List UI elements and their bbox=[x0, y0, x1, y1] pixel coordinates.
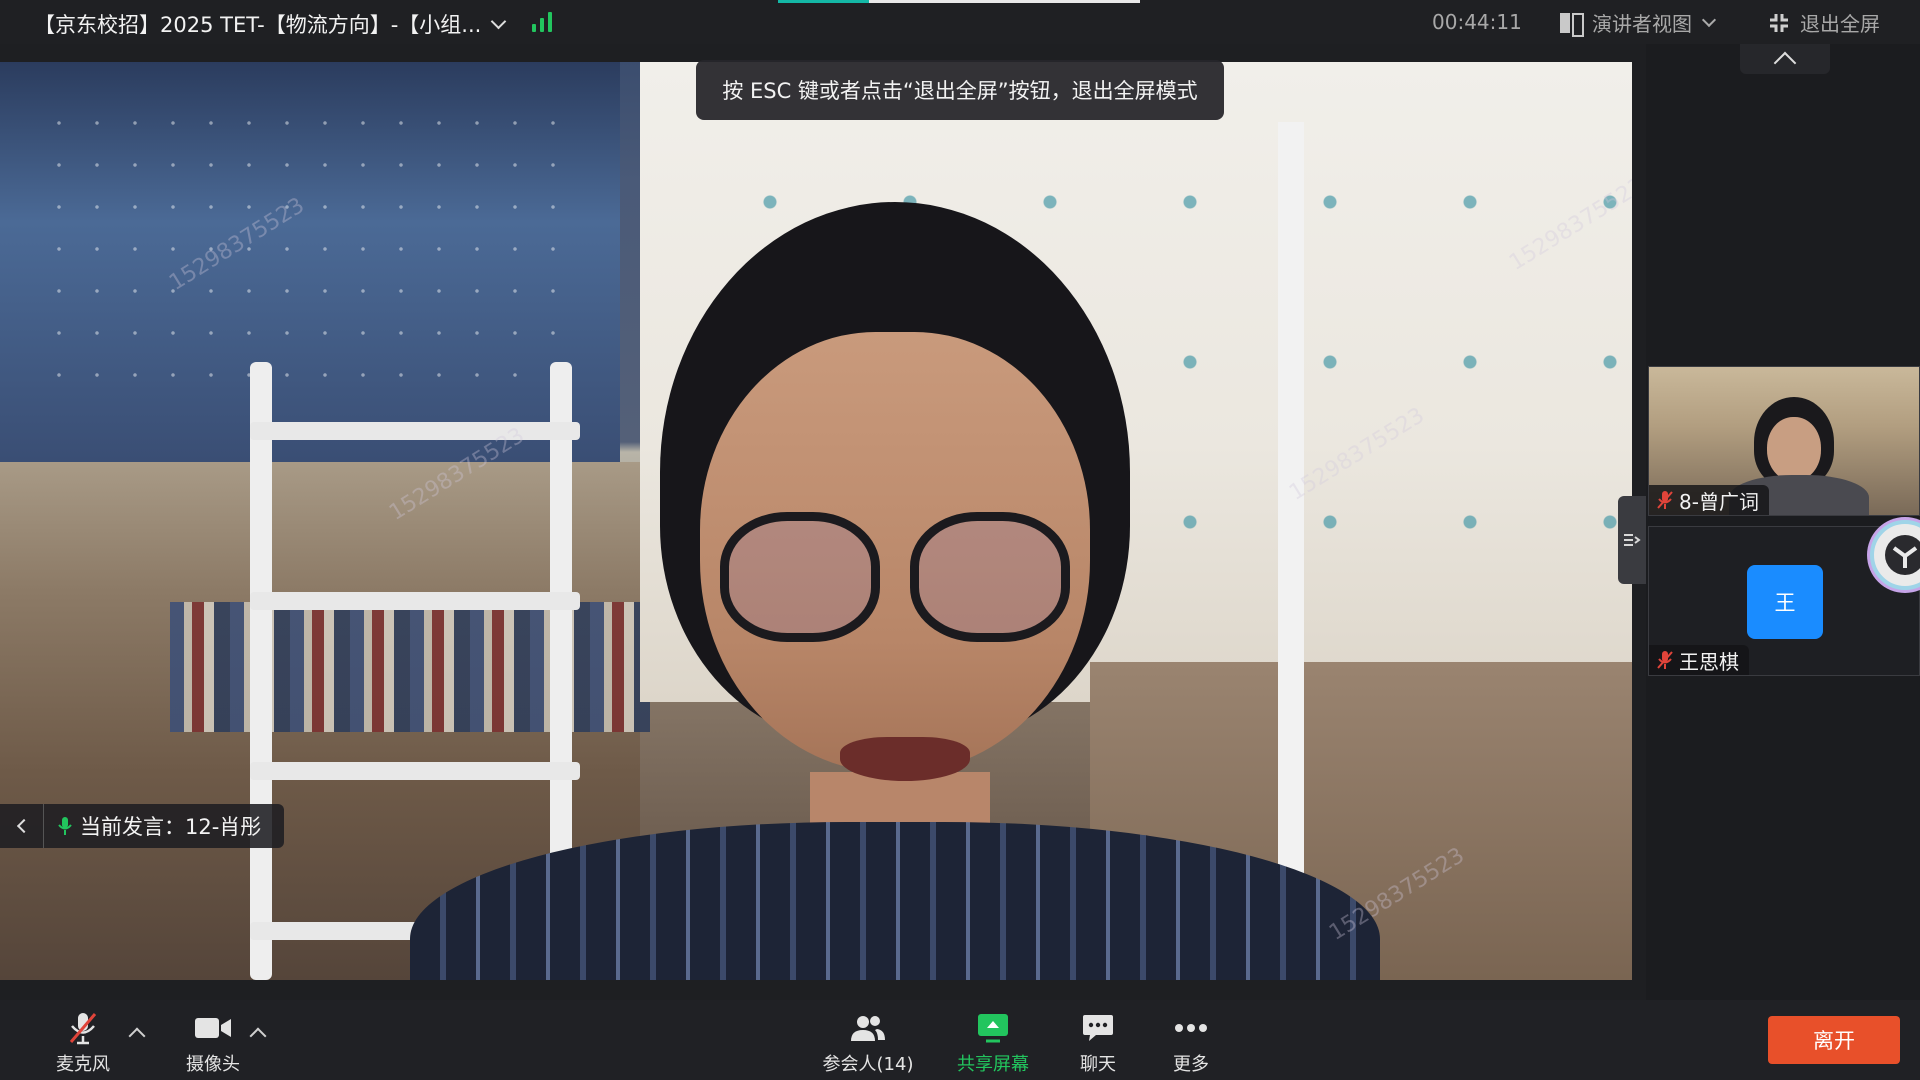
layout-icon bbox=[1560, 12, 1584, 37]
microphone-options-caret[interactable] bbox=[128, 1027, 146, 1045]
speaker-person bbox=[390, 182, 1380, 980]
exit-fullscreen-label: 退出全屏 bbox=[1800, 12, 1880, 36]
meeting-title: 【京东校招】2025 TET-【物流方向】-【小组... bbox=[34, 13, 482, 37]
participant-name: 8-曾广词 bbox=[1679, 489, 1759, 514]
participant-tile[interactable]: 8-曾广词 bbox=[1648, 366, 1920, 516]
current-speaker-indicator: 当前发言：12-肖彤 bbox=[0, 804, 284, 848]
panel-scroll-up-button[interactable] bbox=[1740, 44, 1830, 75]
participants-label: 参会人(14) bbox=[822, 1054, 914, 1075]
esc-fullscreen-tip: 按 ESC 键或者点击“退出全屏”按钮，退出全屏模式 bbox=[696, 60, 1224, 120]
more-label: 更多 bbox=[1173, 1054, 1209, 1075]
share-screen-button[interactable]: 共享屏幕 bbox=[948, 1008, 1038, 1076]
more-button[interactable]: 更多 bbox=[1146, 1008, 1236, 1076]
mic-muted-icon bbox=[69, 1013, 97, 1045]
more-icon bbox=[1175, 1024, 1207, 1032]
microphone-label: 麦克风 bbox=[56, 1054, 110, 1075]
participant-name: 王思棋 bbox=[1679, 649, 1739, 674]
camera-icon bbox=[195, 1018, 231, 1038]
chat-icon bbox=[1083, 1015, 1113, 1041]
mic-active-icon bbox=[58, 817, 72, 835]
chat-label: 聊天 bbox=[1080, 1054, 1116, 1075]
meeting-title-dropdown[interactable]: 【京东校招】2025 TET-【物流方向】-【小组... bbox=[34, 9, 507, 39]
share-progress-bar bbox=[778, 0, 1140, 3]
share-screen-icon bbox=[978, 1014, 1008, 1043]
panel-toggle-icon bbox=[1624, 534, 1641, 546]
participant-name-tag: 8-曾广词 bbox=[1649, 485, 1769, 515]
share-screen-label: 共享屏幕 bbox=[957, 1054, 1029, 1075]
chevron-down-icon bbox=[491, 13, 507, 29]
mic-muted-icon bbox=[1657, 491, 1673, 509]
camera-button[interactable]: 摄像头 bbox=[168, 1008, 258, 1076]
view-mode-label: 演讲者视图 bbox=[1592, 12, 1692, 36]
avatar: 王 bbox=[1747, 565, 1823, 639]
mic-muted-icon bbox=[1657, 651, 1673, 669]
share-progress-fill bbox=[778, 0, 869, 3]
collapse-speaker-button[interactable] bbox=[0, 804, 44, 848]
view-mode-button[interactable]: 演讲者视图 bbox=[1560, 8, 1717, 37]
participants-icon bbox=[851, 1016, 885, 1041]
participant-panel bbox=[1646, 44, 1920, 1000]
leave-meeting-button[interactable]: 离开 bbox=[1768, 1016, 1900, 1064]
top-bar: 【京东校招】2025 TET-【物流方向】-【小组... 00:44:11 演讲… bbox=[0, 0, 1920, 44]
microphone-button[interactable]: 麦克风 bbox=[38, 1008, 128, 1076]
participant-name-tag: 王思棋 bbox=[1649, 645, 1749, 675]
participants-button[interactable]: 参会人(14) bbox=[823, 1008, 913, 1076]
chat-button[interactable]: 聊天 bbox=[1053, 1008, 1143, 1076]
signal-icon[interactable] bbox=[532, 12, 554, 32]
meeting-timer: 00:44:11 bbox=[1432, 10, 1522, 34]
panel-toggle-button[interactable] bbox=[1618, 496, 1646, 584]
chevron-up-icon bbox=[1773, 51, 1797, 75]
chevron-down-icon bbox=[1701, 12, 1717, 27]
camera-label: 摄像头 bbox=[186, 1054, 240, 1075]
current-speaker-label: 当前发言：12-肖彤 bbox=[80, 815, 262, 839]
chevron-left-icon bbox=[16, 818, 31, 834]
bottom-toolbar: 麦克风 摄像头 参会人(14) 共享屏幕 聊天 更多 离开 bbox=[0, 1000, 1920, 1080]
exit-fullscreen-icon bbox=[1770, 13, 1788, 32]
exit-fullscreen-button[interactable]: 退出全屏 bbox=[1768, 8, 1880, 37]
